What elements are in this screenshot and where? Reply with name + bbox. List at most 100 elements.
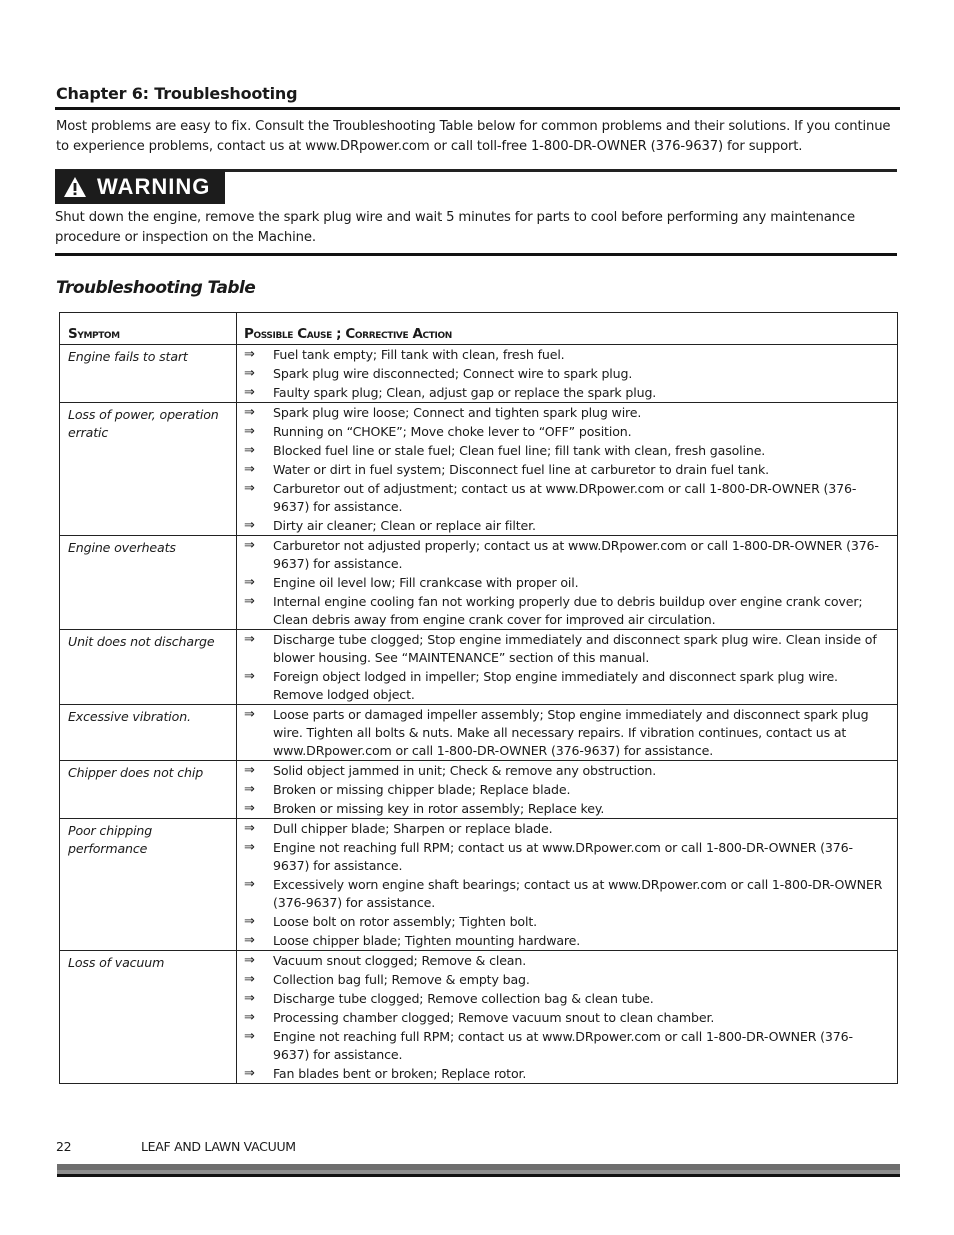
action-text: Blocked fuel line or stale fuel; Clean f… [273,443,766,458]
actions-cell: ⇒ Carburetor not adjusted properly; conta… [236,535,898,630]
action-text: Water or dirt in fuel system; Disconnect… [273,462,769,477]
table-row: Chipper does not chip ⇒ Solid object jamme… [59,760,898,819]
action-text: Fan blades bent or broken; Replace rotor… [273,1066,527,1081]
action-text: Faulty spark plug; Clean, adjust gap or … [273,385,657,400]
symptom-cell: Chipper does not chip [59,760,237,819]
action-text: Fuel tank empty; Fill tank with clean, f… [273,347,565,362]
action-item: ⇒ Fan blades bent or broken; Replace roto… [244,1064,889,1083]
action-text: Running on “CHOKE”; Move choke lever to … [273,424,632,439]
action-item: ⇒ Blocked fuel line or stale fuel; Clean … [244,441,889,460]
double-arrow-icon: ⇒ [244,914,255,929]
warning-badge: WARNING [55,170,225,204]
action-item: ⇒ Water or dirt in fuel system; Disconnec… [244,460,889,479]
table-header-row: Symptom Possible Cause ; Corrective Acti… [59,312,898,345]
table-row: Unit does not discharge ⇒ Discharge tube c… [59,629,898,705]
table-row: Loss of power, operation erratic ⇒ Spark p… [59,402,898,536]
action-text: Spark plug wire loose; Connect and tight… [273,405,642,420]
action-text: Solid object jammed in unit; Check & rem… [273,763,657,778]
action-text: Loose chipper blade; Tighten mounting ha… [273,933,581,948]
action-item: ⇒ Foreign object lodged in impeller; Stop… [244,667,889,704]
double-arrow-icon: ⇒ [244,443,255,458]
action-item: ⇒ Faulty spark plug; Clean, adjust gap or… [244,383,889,402]
action-item: ⇒ Solid object jammed in unit; Check & re… [244,761,889,780]
symptom-cell: Excessive vibration. [59,704,237,761]
symptom-cell: Unit does not discharge [59,629,237,705]
action-item: ⇒ Internal engine cooling fan not working… [244,592,889,629]
action-text: Internal engine cooling fan not working … [273,594,863,627]
column-header-symptom: Symptom [59,312,237,345]
action-text: Loose bolt on rotor assembly; Tighten bo… [273,914,537,929]
action-item: ⇒ Broken or missing chipper blade; Replac… [244,780,889,799]
table-row: Loss of vacuum ⇒ Vacuum snout clogged; Rem… [59,950,898,1084]
action-text: Loose parts or damaged impeller assembly… [273,707,869,758]
page-number: 22 [56,1139,72,1154]
double-arrow-icon: ⇒ [244,632,255,647]
action-item: ⇒ Engine oil level low; Fill crankcase wi… [244,573,889,592]
action-text: Processing chamber clogged; Remove vacuu… [273,1010,715,1025]
actions-cell: ⇒ Solid object jammed in unit; Check & re… [236,760,898,819]
action-item: ⇒ Dull chipper blade; Sharpen or replace … [244,819,889,838]
action-item: ⇒ Broken or missing key in rotor assembly… [244,799,889,818]
column-header-cause-action: Possible Cause ; Corrective Action [236,312,898,345]
table-row: Engine overheats ⇒ Carburetor not adjusted… [59,535,898,630]
double-arrow-icon: ⇒ [244,424,255,439]
action-item: ⇒ Spark plug wire disconnected; Connect w… [244,364,889,383]
action-item: ⇒ Processing chamber clogged; Remove vacu… [244,1008,889,1027]
action-item: ⇒ Carburetor out of adjustment; contact u… [244,479,889,516]
action-item: ⇒ Discharge tube clogged; Remove collecti… [244,989,889,1008]
double-arrow-icon: ⇒ [244,366,255,381]
action-text: Discharge tube clogged; Remove collectio… [273,991,654,1006]
double-arrow-icon: ⇒ [244,877,255,892]
action-item: ⇒ Discharge tube clogged; Stop engine imm… [244,630,889,667]
action-item: ⇒ Loose chipper blade; Tighten mounting h… [244,931,889,950]
double-arrow-icon: ⇒ [244,840,255,855]
action-item: ⇒ Carburetor not adjusted properly; conta… [244,536,889,573]
double-arrow-icon: ⇒ [244,972,255,987]
action-text: Broken or missing chipper blade; Replace… [273,782,571,797]
action-item: ⇒ Excessively worn engine shaft bearings;… [244,875,889,912]
warning-label: WARNING [97,174,211,199]
action-text: Carburetor not adjusted properly; contac… [273,538,879,571]
double-arrow-icon: ⇒ [244,347,255,362]
symptom-cell: Engine overheats [59,535,237,630]
chapter-title: Chapter 6: Troubleshooting [56,84,298,103]
action-item: ⇒ Engine not reaching full RPM; contact u… [244,838,889,875]
action-text: Broken or missing key in rotor assembly;… [273,801,605,816]
table-title: Troubleshooting Table [56,278,256,298]
action-text: Carburetor out of adjustment; contact us… [273,481,857,514]
table-row: Engine fails to start ⇒ Fuel tank empty; F… [59,344,898,403]
double-arrow-icon: ⇒ [244,763,255,778]
double-arrow-icon: ⇒ [244,1010,255,1025]
symptom-cell: Loss of power, operation erratic [59,402,237,536]
action-item: ⇒ Collection bag full; Remove & empty bag… [244,970,889,989]
action-item: ⇒ Vacuum snout clogged; Remove & clean. [244,951,889,970]
symptom-cell: Loss of vacuum [59,950,237,1084]
double-arrow-icon: ⇒ [244,821,255,836]
intro-paragraph: Most problems are easy to fix. Consult t… [56,119,891,154]
double-arrow-icon: ⇒ [244,991,255,1006]
double-arrow-icon: ⇒ [244,405,255,420]
double-arrow-icon: ⇒ [244,594,255,609]
action-item: ⇒ Engine not reaching full RPM; contact u… [244,1027,889,1064]
double-arrow-icon: ⇒ [244,707,255,722]
double-arrow-icon: ⇒ [244,669,255,684]
double-arrow-icon: ⇒ [244,481,255,496]
symptom-cell: Engine fails to start [59,344,237,403]
actions-cell: ⇒ Loose parts or damaged impeller assembl… [236,704,898,761]
actions-cell: ⇒ Discharge tube clogged; Stop engine imm… [236,629,898,705]
table-row: Poor chipping performance ⇒ Dull chipper b… [59,818,898,951]
double-arrow-icon: ⇒ [244,385,255,400]
action-text: Foreign object lodged in impeller; Stop … [273,669,838,702]
double-arrow-icon: ⇒ [244,801,255,816]
actions-cell: ⇒ Fuel tank empty; Fill tank with clean, … [236,344,898,403]
action-item: ⇒ Fuel tank empty; Fill tank with clean, … [244,345,889,364]
double-arrow-icon: ⇒ [244,518,255,533]
action-text: Engine not reaching full RPM; contact us… [273,840,853,873]
action-text: Dull chipper blade; Sharpen or replace b… [273,821,553,836]
double-arrow-icon: ⇒ [244,782,255,797]
action-text: Dirty air cleaner; Clean or replace air … [273,518,536,533]
action-text: Engine oil level low; Fill crankcase wit… [273,575,579,590]
action-item: ⇒ Running on “CHOKE”; Move choke lever to… [244,422,889,441]
action-text: Engine not reaching full RPM; contact us… [273,1029,853,1062]
actions-cell: ⇒ Dull chipper blade; Sharpen or replace … [236,818,898,951]
